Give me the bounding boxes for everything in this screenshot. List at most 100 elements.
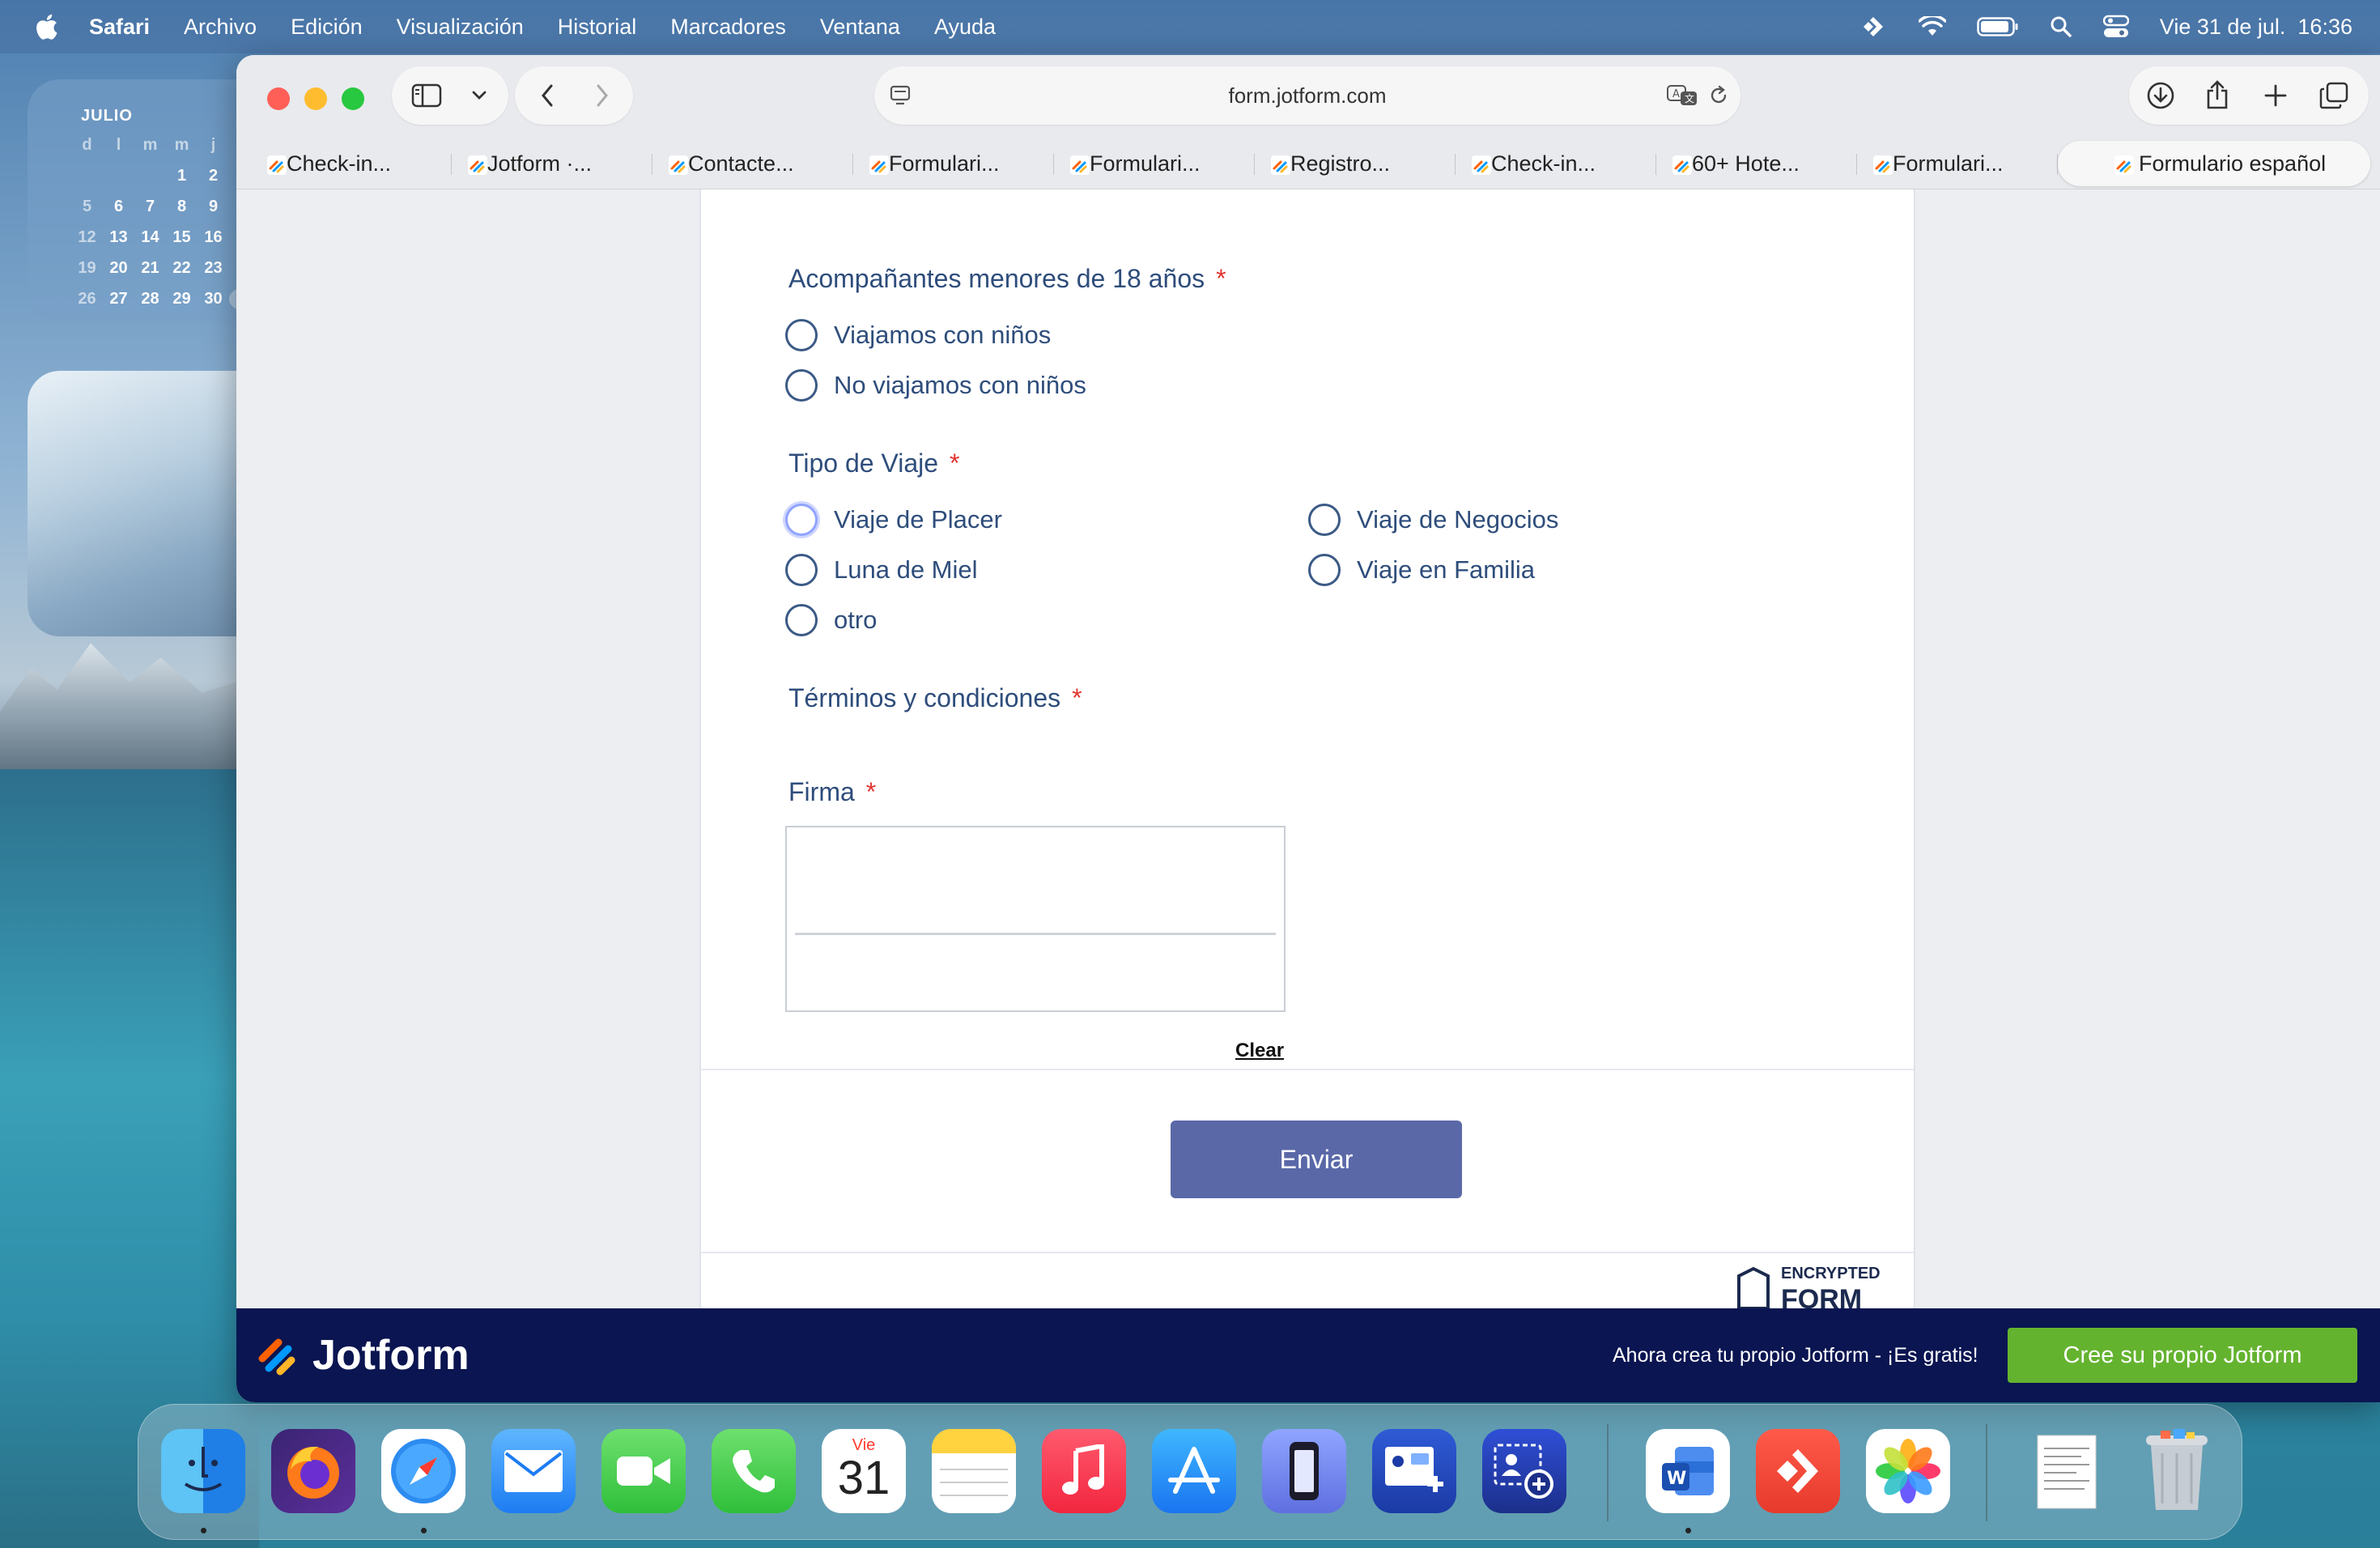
jotform-logo[interactable]: Jotform xyxy=(257,1331,470,1380)
tab-hoteles[interactable]: 60+ Hote... xyxy=(1656,141,1857,186)
tab-label: Formulari... xyxy=(1893,151,2004,176)
photos-icon[interactable] xyxy=(1866,1429,1950,1513)
wifi-icon[interactable] xyxy=(1918,16,1946,37)
translate-icon[interactable]: A文 xyxy=(1666,84,1698,113)
downloads-icon[interactable] xyxy=(2140,78,2181,113)
photo-id-app-icon[interactable] xyxy=(1372,1429,1456,1513)
tab-overview-icon[interactable] xyxy=(2312,78,2356,113)
tab-jotform[interactable]: Jotform ·... xyxy=(452,141,652,186)
facetime-icon[interactable] xyxy=(601,1429,686,1513)
radio-option-otro[interactable]: otro xyxy=(785,604,877,636)
menu-bar: Safari Archivo Edición Visualización His… xyxy=(0,0,2380,53)
photo-widget[interactable] xyxy=(28,371,270,636)
menubar-clock[interactable]: Vie 31 de jul. 16:36 xyxy=(2160,15,2352,40)
minimize-window-button[interactable] xyxy=(304,87,327,110)
phone-icon[interactable] xyxy=(712,1429,796,1513)
tab-check-in-1[interactable]: Check-in... xyxy=(251,141,452,186)
menu-visualizacion[interactable]: Visualización xyxy=(397,15,524,40)
jotform-favicon-icon xyxy=(2114,155,2134,175)
radio-button[interactable] xyxy=(1308,504,1341,536)
forward-icon[interactable] xyxy=(580,78,625,113)
radio-button[interactable] xyxy=(785,554,818,586)
menu-ayuda[interactable]: Ayuda xyxy=(934,15,996,40)
calendar-app-icon[interactable]: Vie 31 xyxy=(822,1429,906,1513)
share-icon[interactable] xyxy=(2197,76,2238,113)
add-person-app-icon[interactable] xyxy=(1482,1429,1566,1513)
radio-option-negocios[interactable]: Viaje de Negocios xyxy=(1308,504,1558,536)
radio-button[interactable] xyxy=(785,369,818,402)
safari-icon[interactable] xyxy=(381,1429,465,1513)
tab-check-in-2[interactable]: Check-in... xyxy=(1456,141,1656,186)
calendar-day: 9 xyxy=(208,198,219,215)
radio-button[interactable] xyxy=(785,319,818,351)
dock: Vie 31 W xyxy=(138,1404,2242,1540)
iphone-mirroring-icon[interactable] xyxy=(1262,1429,1346,1513)
menu-historial[interactable]: Historial xyxy=(558,15,637,40)
radio-button[interactable] xyxy=(785,504,818,536)
submit-button[interactable]: Enviar xyxy=(1171,1121,1462,1198)
menu-edicion[interactable]: Edición xyxy=(291,15,363,40)
tab-contacte[interactable]: Contacte... xyxy=(652,141,853,186)
zoom-window-button[interactable] xyxy=(342,87,364,110)
menu-ventana[interactable]: Ventana xyxy=(820,15,900,40)
microsoft-word-icon[interactable]: W xyxy=(1646,1429,1730,1513)
remote-desktop-icon[interactable] xyxy=(1859,15,1888,38)
promo-text: Ahora crea tu propio Jotform - ¡Es grati… xyxy=(1613,1343,1978,1367)
radio-button[interactable] xyxy=(1308,554,1341,586)
required-marker: * xyxy=(865,777,877,806)
anydesk-icon[interactable] xyxy=(1756,1429,1840,1513)
finder-icon[interactable] xyxy=(161,1429,245,1513)
calendar-day: 19 xyxy=(78,259,96,277)
menu-archivo[interactable]: Archivo xyxy=(184,15,257,40)
music-icon[interactable] xyxy=(1042,1429,1126,1513)
jotform-logo-text: Jotform xyxy=(312,1332,470,1379)
option-label: Viaje de Placer xyxy=(834,505,1002,534)
tab-formulario-3[interactable]: Formulari... xyxy=(1857,141,2058,186)
radio-option-luna-de-miel[interactable]: Luna de Miel xyxy=(785,554,978,586)
tab-registro[interactable]: Registro... xyxy=(1255,141,1456,186)
page-settings-icon[interactable] xyxy=(889,84,912,113)
apple-icon[interactable] xyxy=(32,11,60,42)
battery-icon[interactable] xyxy=(1977,16,2019,37)
back-icon[interactable] xyxy=(525,78,570,113)
safari-window: form.jotform.com A文 Check-in... Jotform … xyxy=(236,55,2380,1402)
radio-option-sin-ninos[interactable]: No viajamos con niños xyxy=(785,369,1086,402)
radio-option-familia[interactable]: Viaje en Familia xyxy=(1308,554,1535,586)
calendar-day: 23 xyxy=(204,259,223,277)
tab-formulario-espanol[interactable]: Formulario español xyxy=(2058,141,2370,186)
radio-option-con-ninos[interactable]: Viajamos con niños xyxy=(785,319,1051,351)
shield-icon xyxy=(1737,1266,1770,1308)
jotform-logo-icon xyxy=(258,1338,295,1376)
close-window-button[interactable] xyxy=(267,87,290,110)
create-jotform-button[interactable]: Cree su propio Jotform xyxy=(2008,1328,2357,1383)
firefox-icon[interactable] xyxy=(271,1429,355,1513)
menu-app-safari[interactable]: Safari xyxy=(89,15,150,40)
chevron-down-icon[interactable] xyxy=(460,79,499,112)
spotlight-search-icon[interactable] xyxy=(2050,15,2072,38)
menu-marcadores[interactable]: Marcadores xyxy=(670,15,786,40)
browser-toolbar: form.jotform.com A文 Check-in... Jotform … xyxy=(236,55,2380,189)
svg-text:文: 文 xyxy=(1685,92,1694,104)
app-store-icon[interactable] xyxy=(1152,1429,1236,1513)
mail-icon[interactable] xyxy=(491,1429,576,1513)
tab-label: Registro... xyxy=(1290,151,1391,176)
radio-button[interactable] xyxy=(785,604,818,636)
tab-formulario-2[interactable]: Formulari... xyxy=(1054,141,1255,186)
radio-option-placer[interactable]: Viaje de Placer xyxy=(785,504,1002,536)
trash-icon[interactable] xyxy=(2135,1429,2219,1513)
control-center-icon[interactable] xyxy=(2102,15,2129,39)
document-stack-icon[interactable] xyxy=(2025,1429,2109,1513)
calendar-widget[interactable]: JULIO d l m m j v s 1 2 3 5 6 7 8 9 10 1… xyxy=(28,79,270,322)
clear-signature-link[interactable]: Clear xyxy=(1235,1040,1284,1062)
question-label: Términos y condiciones xyxy=(788,683,1061,712)
tab-formulario-1[interactable]: Formulari... xyxy=(853,141,1054,186)
running-indicator xyxy=(201,1528,206,1533)
new-tab-icon[interactable] xyxy=(2255,78,2296,113)
signature-pad[interactable] xyxy=(785,826,1286,1012)
calendar-day: 29 xyxy=(172,290,191,308)
calendar-day: 7 xyxy=(145,198,155,215)
address-bar[interactable]: form.jotform.com A文 xyxy=(874,66,1740,125)
notes-icon[interactable] xyxy=(932,1429,1016,1513)
sidebar-toggle-icon[interactable] xyxy=(403,79,450,112)
reload-icon[interactable] xyxy=(1708,84,1729,113)
